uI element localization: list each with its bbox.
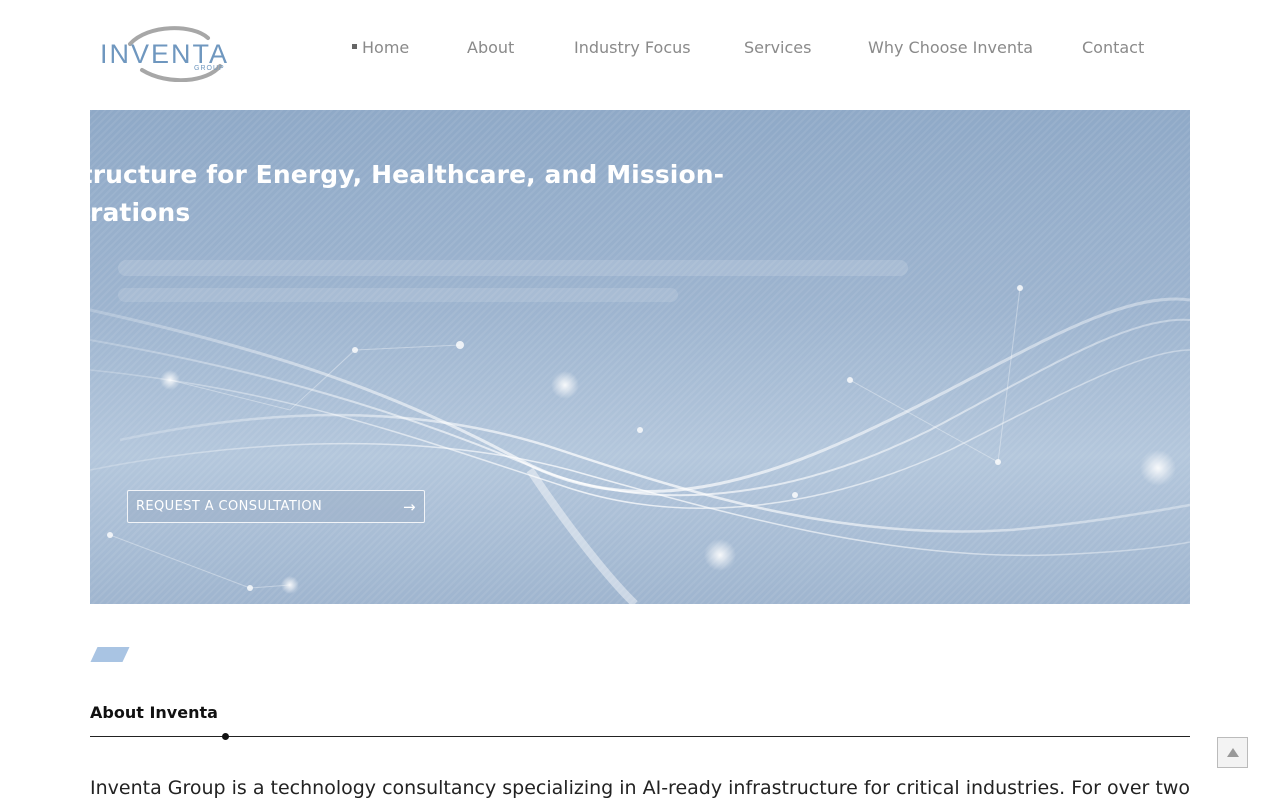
divider-dot — [222, 733, 229, 740]
about-heading: About Inventa — [90, 703, 218, 722]
hero-heading: Infrastructure for Energy, Healthcare, a… — [90, 156, 724, 232]
nav-about[interactable]: About — [467, 38, 514, 58]
hero-banner: Infrastructure for Energy, Healthcare, a… — [90, 110, 1190, 604]
section-divider — [90, 736, 1190, 737]
arrow-right-icon: → — [403, 497, 416, 516]
nav-home[interactable]: Home — [352, 38, 409, 58]
request-consultation-button[interactable]: REQUEST A CONSULTATION → — [127, 490, 425, 523]
about-paragraph: Inventa Group is a technology consultanc… — [90, 777, 1190, 799]
hero-heading-line1: Infrastructure for Energy, Healthcare, a… — [90, 160, 725, 189]
scroll-to-top-button[interactable] — [1217, 737, 1248, 768]
active-indicator — [352, 44, 357, 49]
hero-blurred-text — [118, 260, 908, 276]
hero-blurred-text — [118, 288, 678, 302]
nav-contact[interactable]: Contact — [1082, 38, 1144, 58]
nav-home-label: Home — [362, 38, 410, 57]
hero-heading-line2: Critical Operations — [90, 198, 191, 227]
triangle-up-icon — [1226, 748, 1239, 757]
nav-why-choose-inventa[interactable]: Why Choose Inventa — [868, 38, 1033, 58]
logo-subtext: GROUP — [194, 65, 225, 72]
cta-label: REQUEST A CONSULTATION — [136, 499, 323, 514]
nav-services[interactable]: Services — [744, 38, 811, 58]
section-accent-shape — [90, 647, 130, 662]
nav-industry-focus[interactable]: Industry Focus — [574, 38, 691, 58]
main-nav: Home About Industry Focus Services Why C… — [0, 38, 1280, 58]
